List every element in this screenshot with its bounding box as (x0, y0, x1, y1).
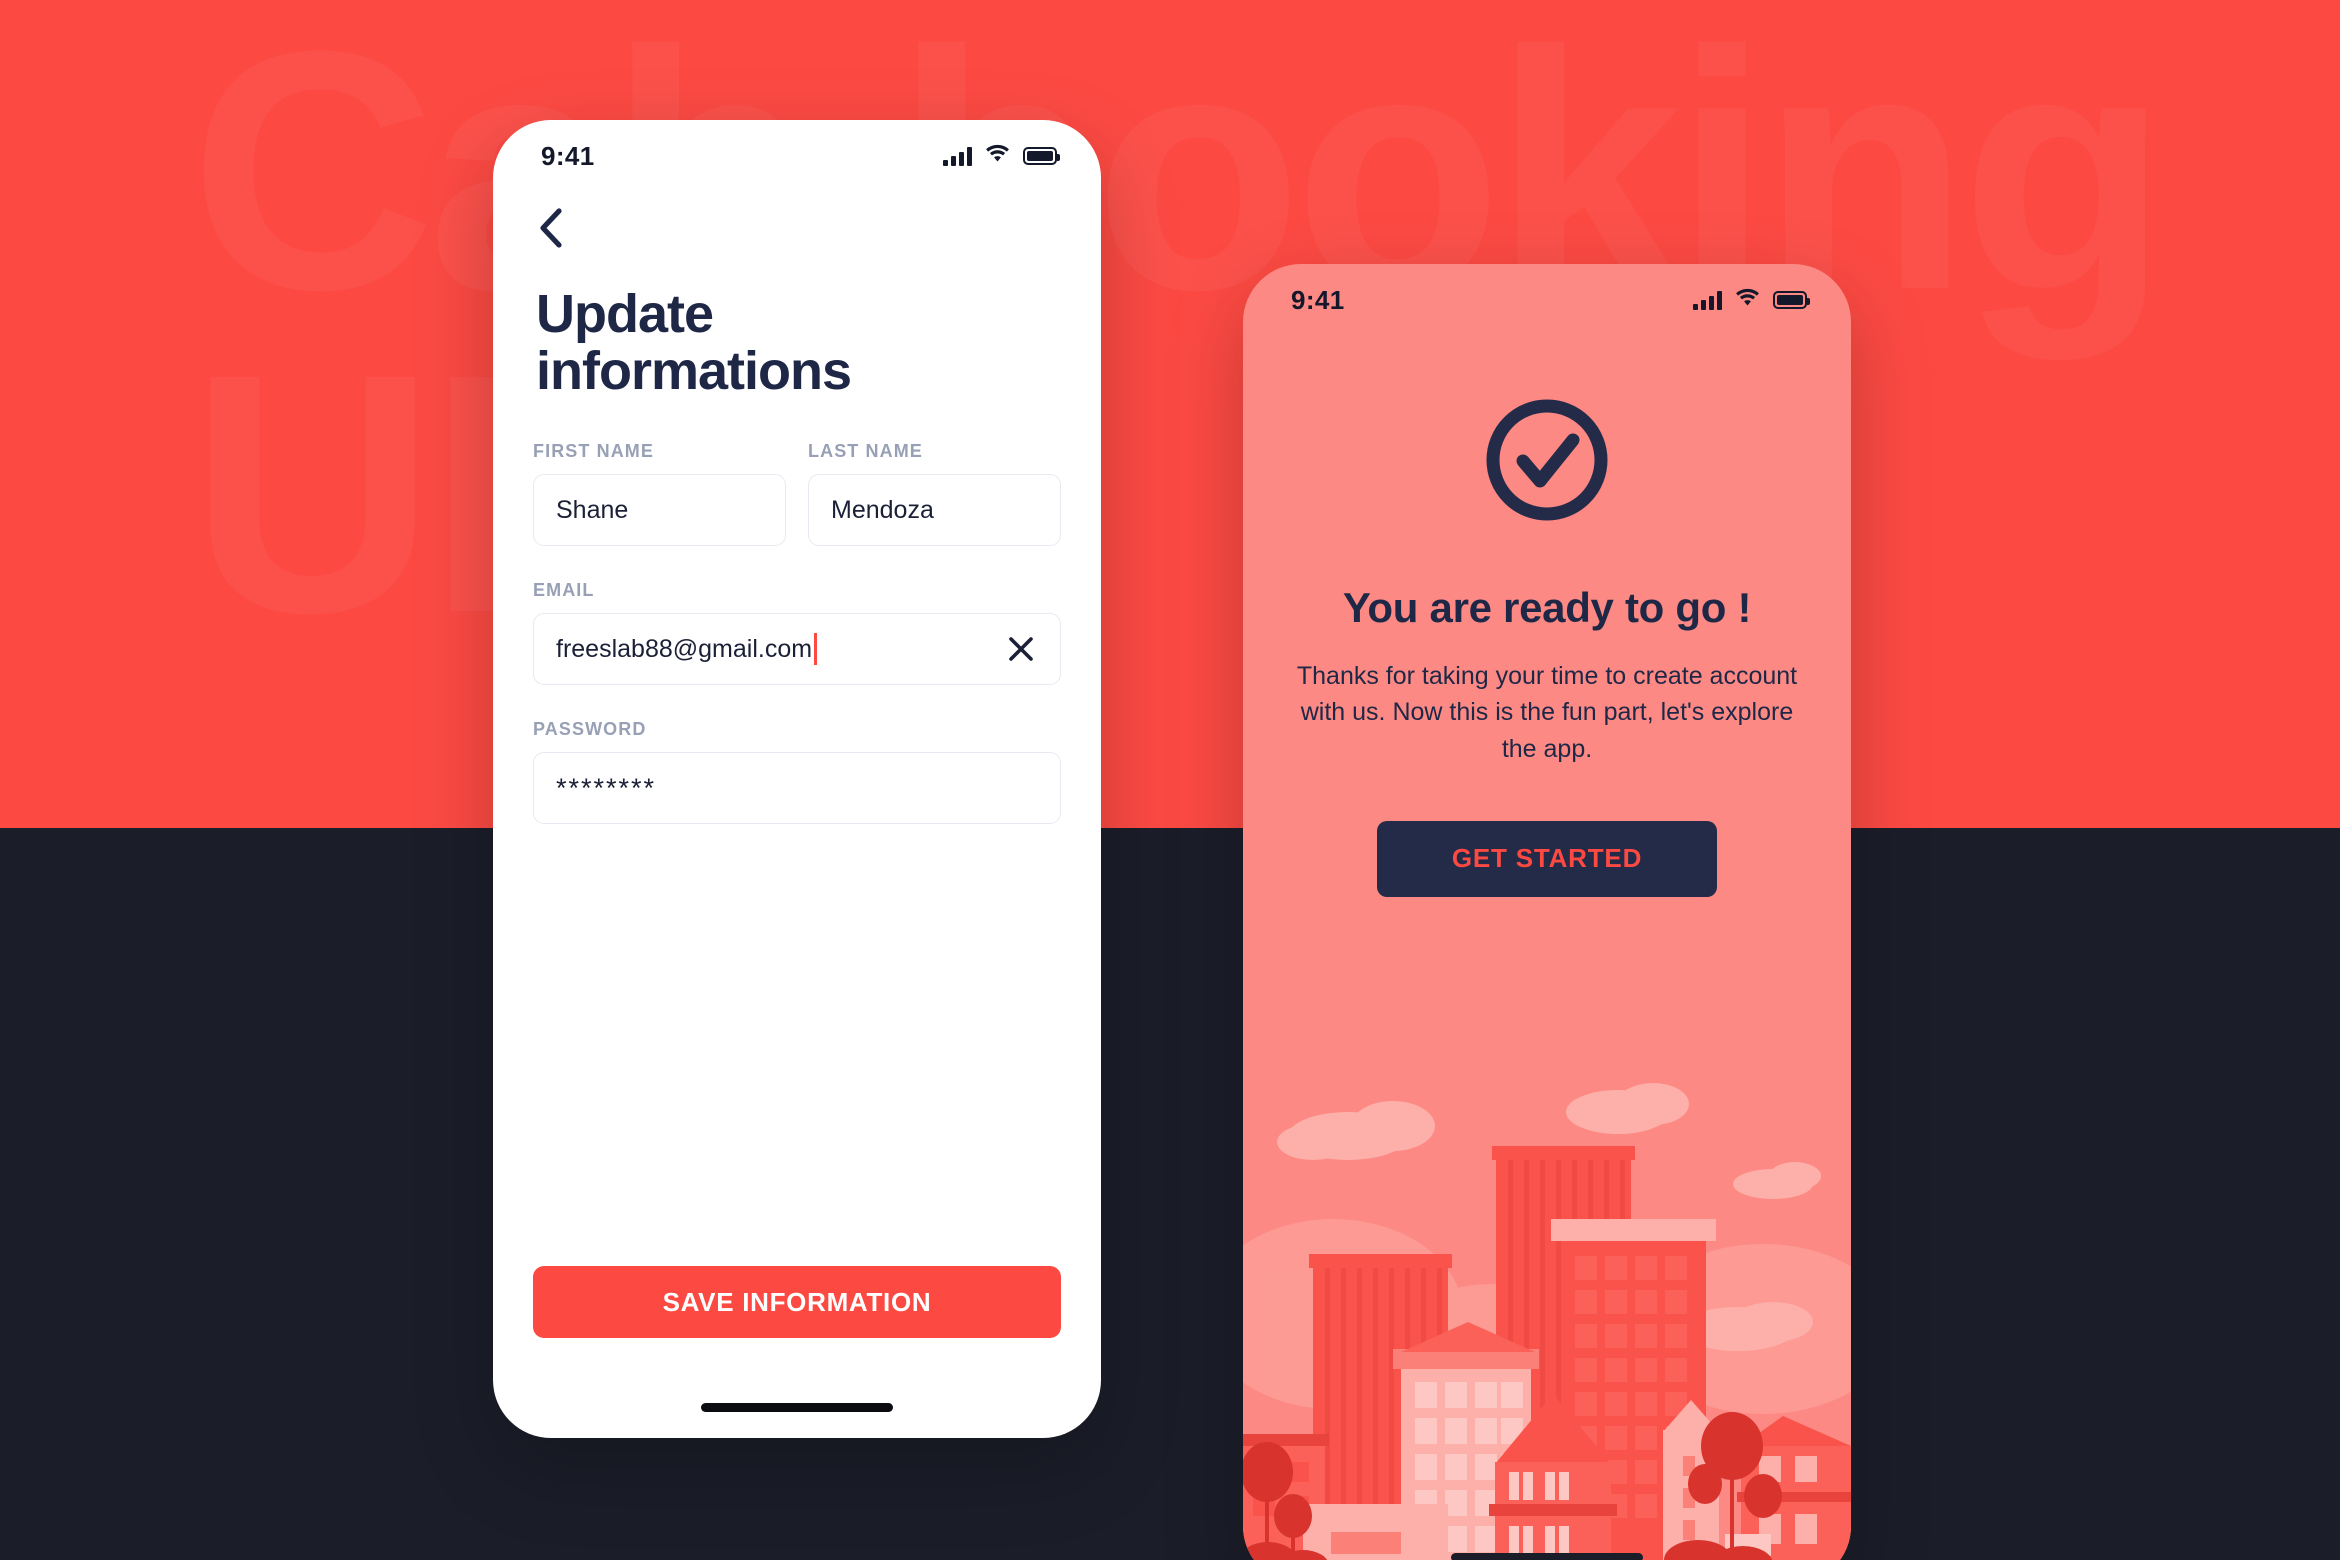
background-bottom-dark (0, 828, 2340, 1560)
success-content: You are ready to go ! Thanks for taking … (1243, 394, 1851, 897)
wifi-icon (985, 144, 1010, 168)
first-name-input[interactable]: Shane (533, 474, 786, 547)
page-title: Update informations (536, 286, 1061, 399)
phone-ready-to-go: 9:41 You are ready to go ! Thanks for ta… (1243, 264, 1851, 1560)
password-label: PASSWORD (533, 719, 647, 740)
wifi-icon (1735, 288, 1760, 312)
chevron-left-icon (537, 207, 563, 254)
email-field-group: EMAIL freeslab88@gmail.com (533, 580, 1061, 686)
statusbar-time: 9:41 (1291, 284, 1345, 315)
close-icon[interactable] (1004, 632, 1038, 666)
last-name-field-group: LAST NAME Mendoza (808, 441, 1061, 547)
save-information-button[interactable]: SAVE INFORMATION (533, 1266, 1061, 1338)
cellular-signal-icon (943, 146, 972, 166)
background-watermark: Cab booking UI (190, 1, 2169, 664)
last-name-input[interactable]: Mendoza (808, 474, 1061, 547)
back-button[interactable] (537, 204, 585, 256)
phone-update-informations: 9:41 Update informations FIRST NAME Shan… (493, 120, 1101, 1438)
page-title-line-2: informations (536, 340, 852, 401)
statusbar-icons (1693, 288, 1810, 312)
statusbar-success: 9:41 (1243, 264, 1851, 326)
email-input[interactable]: freeslab88@gmail.com (533, 613, 1061, 686)
first-name-label: FIRST NAME (533, 441, 654, 462)
email-value-wrap: freeslab88@gmail.com (556, 633, 818, 666)
last-name-value: Mendoza (831, 495, 934, 524)
get-started-button[interactable]: GET STARTED (1377, 820, 1717, 897)
statusbar-time: 9:41 (541, 140, 595, 171)
first-name-value: Shane (556, 495, 629, 524)
battery-icon (1773, 291, 1810, 309)
home-indicator (701, 1403, 893, 1412)
email-value: freeslab88@gmail.com (556, 634, 813, 663)
success-body-text: Thanks for taking your time to create ac… (1296, 662, 1798, 763)
statusbar-form: 9:41 (493, 120, 1101, 182)
password-value: ******** (556, 772, 657, 803)
page-title-line-1: Update (536, 284, 714, 344)
email-label: EMAIL (533, 580, 595, 601)
form-content: Update informations FIRST NAME Shane LAS… (493, 204, 1101, 825)
city-skyline-illustration (1243, 1064, 1851, 1560)
name-fields-row: FIRST NAME Shane LAST NAME Mendoza (533, 441, 1061, 547)
text-cursor (814, 633, 818, 666)
battery-icon (1023, 147, 1060, 165)
watermark-line-2: UI (190, 324, 2161, 664)
password-input[interactable]: ******** (533, 752, 1061, 825)
cellular-signal-icon (1693, 290, 1722, 310)
first-name-field-group: FIRST NAME Shane (533, 441, 786, 547)
home-indicator (1451, 1553, 1643, 1560)
password-field-group: PASSWORD ******** (533, 719, 1061, 825)
success-title: You are ready to go ! (1342, 584, 1752, 631)
last-name-label: LAST NAME (808, 441, 923, 462)
check-circle-icon (1287, 394, 1807, 526)
statusbar-icons (943, 144, 1060, 168)
